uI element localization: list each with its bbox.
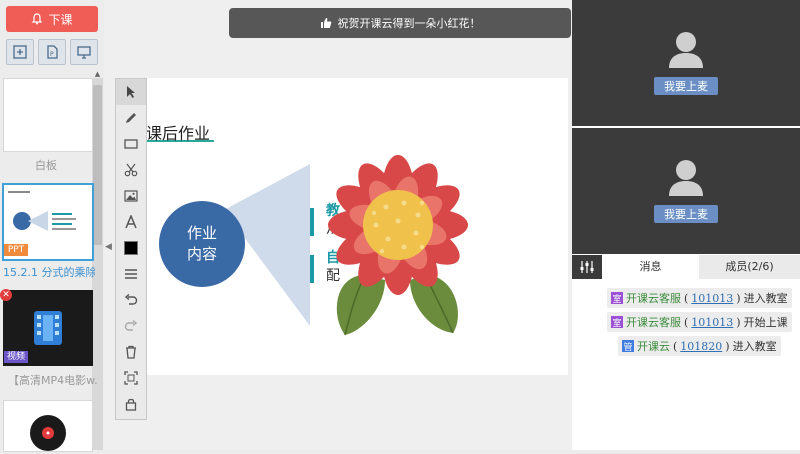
add-slide-button[interactable] xyxy=(6,39,34,65)
screen-share-icon xyxy=(77,46,91,59)
message-user-id[interactable]: 101013 xyxy=(691,292,733,305)
delete-item-icon[interactable]: ✕ xyxy=(0,289,12,301)
redo-tool[interactable] xyxy=(116,313,146,339)
end-class-label: 下课 xyxy=(48,12,73,27)
ppt-file-button[interactable]: P xyxy=(38,39,66,65)
color-tool[interactable] xyxy=(116,235,146,261)
ppt-badge: PPT xyxy=(4,244,28,256)
pointer-icon xyxy=(127,86,135,98)
slide-title: 课后作业 xyxy=(146,124,211,143)
circle-text: 作业 内容 xyxy=(159,223,245,265)
circle-line-2: 内容 xyxy=(186,245,217,263)
chat-tabs: 消息 成员(2/6) xyxy=(572,255,800,279)
screen-share-button[interactable] xyxy=(70,39,98,65)
end-class-button[interactable]: 下课 xyxy=(6,6,98,32)
reward-notification: 祝贺开课云得到一朵小红花！ xyxy=(229,8,571,38)
chat-message: 管 开课云(101820) 进入教室 xyxy=(618,336,781,356)
chat-message: 室 开课云客服(101013) 进入教室 xyxy=(607,288,792,308)
delete-tool[interactable] xyxy=(116,339,146,365)
scrollbar-thumb[interactable] xyxy=(93,85,102,245)
image-tool[interactable] xyxy=(116,183,146,209)
user-avatar-icon xyxy=(669,160,703,196)
audio-thumbnail[interactable] xyxy=(3,400,93,452)
message-user: 开课云客服 xyxy=(626,316,681,329)
settings-tab[interactable] xyxy=(572,255,602,279)
redo-icon xyxy=(124,319,138,331)
message-user-id[interactable]: 101820 xyxy=(680,340,722,353)
thumbs-up-icon xyxy=(320,18,331,28)
message-action: 进入教室 xyxy=(732,340,777,353)
rectangle-tool[interactable] xyxy=(116,131,146,157)
pointer-tool[interactable] xyxy=(116,79,146,105)
tab-members[interactable]: 成员(2/6) xyxy=(699,255,800,279)
scissors-tool[interactable] xyxy=(116,157,146,183)
undo-tool[interactable] xyxy=(116,287,146,313)
lock-tool[interactable] xyxy=(116,391,146,417)
fullscreen-icon xyxy=(124,371,138,385)
undo-icon xyxy=(124,293,138,305)
drawing-toolbar xyxy=(115,78,147,420)
red-flower-reward-icon xyxy=(328,155,468,336)
request-mic-button-1[interactable]: 我要上麦 xyxy=(654,77,718,95)
ppt-file-icon: P xyxy=(47,45,58,59)
trash-icon xyxy=(126,345,136,359)
pen-icon xyxy=(126,113,136,123)
sliders-icon xyxy=(580,261,594,273)
add-slide-icon xyxy=(13,45,27,59)
video-panel-2: 我要上麦 xyxy=(572,128,800,254)
bell-icon xyxy=(32,13,43,25)
request-mic-button-2[interactable]: 我要上麦 xyxy=(654,205,718,223)
user-avatar-icon xyxy=(669,32,703,68)
rectangle-icon xyxy=(124,139,138,149)
video-badge: 视频 xyxy=(4,351,28,363)
circle-line-1: 作业 xyxy=(186,224,217,242)
ppt-label: 15.2.1 分式的乘除. xyxy=(3,266,95,279)
video-panel-1: 我要上麦 xyxy=(572,0,800,126)
text-tool[interactable] xyxy=(116,209,146,235)
whiteboard-label: 白板 xyxy=(35,159,57,172)
video-label: 【高清MP4电影w. xyxy=(8,374,98,387)
fullscreen-tool[interactable] xyxy=(116,365,146,391)
role-badge: 室 xyxy=(611,316,623,329)
collapse-arrow-icon[interactable]: ◀ xyxy=(105,242,112,252)
message-user: 开课云 xyxy=(637,340,670,353)
scroll-up-arrow-icon[interactable]: ▲ xyxy=(93,70,102,78)
image-icon xyxy=(124,190,138,202)
message-action: 开始上课 xyxy=(743,316,788,329)
message-user: 开课云客服 xyxy=(626,292,681,305)
scissors-icon xyxy=(124,163,138,177)
text-icon xyxy=(125,215,137,229)
line-width-tool[interactable] xyxy=(116,261,146,287)
role-badge: 管 xyxy=(622,340,634,353)
role-badge: 室 xyxy=(611,292,623,305)
message-user-id[interactable]: 101013 xyxy=(691,316,733,329)
svg-text:P: P xyxy=(50,51,54,58)
pen-tool[interactable] xyxy=(116,105,146,131)
lines-icon xyxy=(125,269,137,279)
chat-message: 室 开课云客服(101013) 开始上课 xyxy=(607,312,792,332)
notification-text: 祝贺开课云得到一朵小红花！ xyxy=(337,17,481,30)
vinyl-record-icon xyxy=(30,415,66,451)
whiteboard-thumbnail[interactable] xyxy=(3,78,93,152)
tab-messages[interactable]: 消息 xyxy=(602,255,699,279)
lock-icon xyxy=(125,398,137,411)
color-swatch-icon xyxy=(124,241,138,255)
message-action: 进入教室 xyxy=(743,292,788,305)
